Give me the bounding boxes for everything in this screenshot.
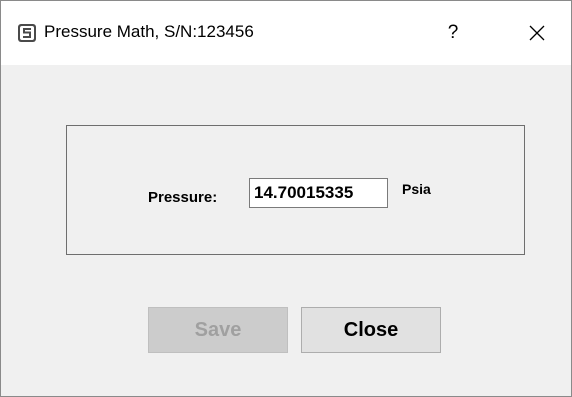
title-bar[interactable]: Pressure Math, S/N:123456 ? — [1, 1, 571, 65]
help-button[interactable]: ? — [431, 13, 475, 53]
pressure-label: Pressure: — [148, 189, 218, 206]
dialog-window: Pressure Math, S/N:123456 ? Pressure: Ps… — [0, 0, 572, 397]
unit-label: Psia — [402, 181, 431, 197]
window-close-button[interactable] — [515, 13, 559, 53]
window-title: Pressure Math, S/N:123456 — [44, 22, 254, 41]
pressure-input[interactable] — [249, 178, 388, 208]
save-button[interactable]: Save — [148, 307, 288, 353]
close-button[interactable]: Close — [301, 307, 441, 353]
app-logo-icon — [17, 23, 37, 43]
close-icon — [529, 25, 545, 41]
